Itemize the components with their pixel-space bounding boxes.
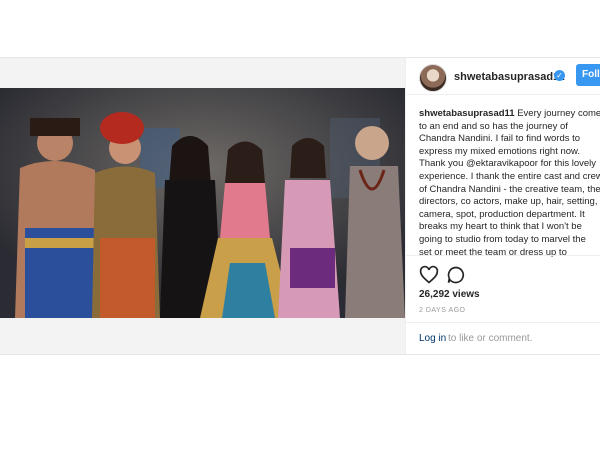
avatar[interactable] [419, 64, 447, 92]
caption-line: experience. I thank the entire cast and … [419, 170, 600, 182]
follow-button[interactable]: Follo [576, 64, 600, 86]
header-username[interactable]: shwetabasuprasad11 [454, 71, 565, 83]
post-photo[interactable] [0, 88, 405, 318]
post-header: shwetabasuprasad11 ✓ Follo [406, 58, 600, 95]
caption-line: Thank you @ektaravikapoor for this lovel… [419, 158, 597, 170]
view-count: 26,292 views [419, 289, 480, 300]
caption-line: Chandra Nandini. I fail to find words to [419, 133, 581, 145]
heart-outline-icon[interactable] [419, 265, 439, 285]
verified-badge-icon: ✓ [554, 70, 565, 81]
caption-line: going to studio from today to marvel the [419, 233, 586, 245]
caption-line: camera, spot, production department. It [419, 208, 585, 220]
caption-line: express my mixed emotions right now. [419, 145, 581, 157]
caption-line: breaks my heart to think that I won't be [419, 221, 582, 233]
post-timestamp: 2 DAYS AGO [419, 307, 466, 314]
post-caption: shwetabasuprasad11 Every journey comes t… [419, 108, 600, 259]
caption-line: directors, co actors, make up, hair, set… [419, 196, 598, 208]
instagram-post: shwetabasuprasad11 ✓ Follo shwetabasupra… [0, 57, 600, 355]
login-prompt: Log in to like or comment. [406, 322, 600, 355]
login-link[interactable]: Log in [419, 333, 446, 344]
caption-line-1: shwetabasuprasad11 Every journey comes [419, 108, 600, 121]
media-pane [0, 58, 405, 354]
post-sidebar: shwetabasuprasad11 ✓ Follo shwetabasupra… [405, 58, 600, 354]
login-prompt-text: to like or comment. [448, 333, 533, 344]
caption-username[interactable]: shwetabasuprasad11 [419, 108, 515, 119]
comment-bubble-icon[interactable] [446, 265, 466, 285]
group-photo-illustration [0, 88, 405, 318]
caption-line: of Chandra Nandini - the creative team, … [419, 183, 600, 195]
caption-text: Every journey comes [514, 108, 600, 119]
action-bar [406, 255, 600, 286]
caption-line: to an end and so has the journey of [419, 120, 568, 132]
